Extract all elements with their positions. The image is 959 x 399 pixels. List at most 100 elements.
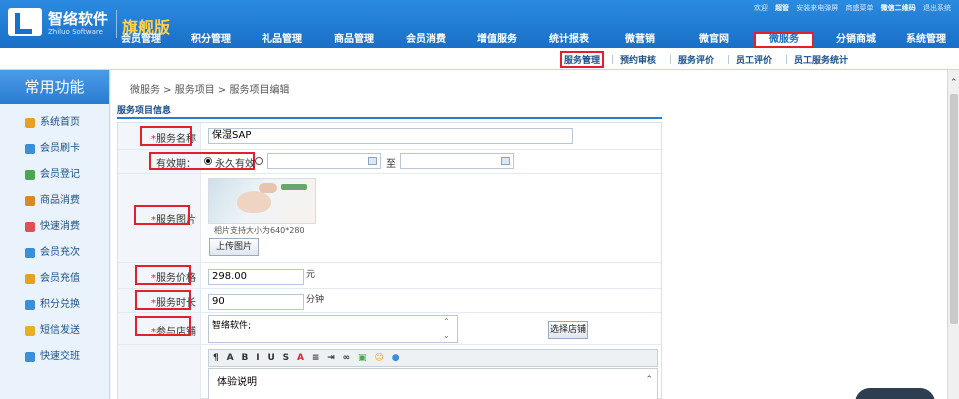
subnav-staff-rating[interactable]: 员工评价 [736,53,772,66]
top-header: 智络软件 Zhiluo Software 旗舰版 欢迎 超管 安装来电弹屏 商盛… [0,0,959,48]
sidebar-item-recharge[interactable]: 会员充值 [0,266,109,292]
label-cell [118,345,201,399]
nav-value-added[interactable]: 增值服务 [474,32,520,48]
highlight-box [135,290,191,310]
upload-image-button[interactable]: 上传图片 [209,238,259,256]
calendar-icon[interactable] [368,157,377,165]
sidebar-item-quick-consume[interactable]: 快速消费 [0,214,109,240]
breadcrumb: 微服务 > 服务项目 > 服务项目编辑 [130,85,290,96]
sidebar-item-shift-handover[interactable]: 快速交班 [0,344,109,370]
scroll-up-icon[interactable]: ⌃ [950,78,958,88]
sidebar-item-points-exchange[interactable]: 积分兑换 [0,292,109,318]
member-card-icon [25,144,35,154]
editor-underline-icon[interactable]: U [267,353,274,363]
subnav-service-management[interactable]: 服务管理 [560,51,605,68]
sidebar-item-label: 商品消费 [40,195,80,206]
sidebar-item-member-card[interactable]: 会员刷卡 [0,136,109,162]
calendar-icon[interactable] [501,157,510,165]
editor-emoji-icon[interactable]: ☺ [374,353,383,363]
nav-points-management[interactable]: 积分管理 [188,32,234,48]
nav-gift-management[interactable]: 礼品管理 [259,32,305,48]
subnav-staff-service-stats[interactable]: 员工服务统计 [794,53,848,66]
textarea-scroll-down-icon[interactable]: ⌄ [443,331,451,340]
sidebar: 常用功能 系统首页 会员刷卡 会员登记 商品消费 快速消费 会员充次 会员充值 … [0,70,110,399]
menu-link[interactable]: 商盛菜单 [846,4,874,12]
nav-micro-service[interactable]: 微服务 [754,32,814,48]
cart-icon [25,196,35,206]
row-service-duration: *服务时长 90 分钟 [118,289,661,313]
row-service-price: *服务价格 298.00 元 [118,263,661,289]
nav-system-management[interactable]: 系统管理 [903,32,949,48]
user-name[interactable]: 超管 [775,4,789,12]
editor-format-icon[interactable]: ¶ [213,353,219,363]
subnav-service-rating[interactable]: 服务评价 [678,53,714,66]
subnav-divider [728,55,729,64]
service-price-input[interactable]: 298.00 [208,269,304,285]
floating-widget[interactable] [855,388,935,399]
editor-font-icon[interactable]: A [227,353,234,363]
subnav-divider [670,55,671,64]
editor-image-icon[interactable]: ▣ [358,353,367,363]
editor-body[interactable]: 体验说明 ⌃ [208,368,658,399]
sub-nav: 服务管理 预约审核 服务评价 员工评价 员工服务统计 [0,48,959,70]
permanent-option-label: 永久有效 [215,159,255,170]
service-name-input[interactable]: 保湿SAP [208,128,573,144]
duration-unit: 分钟 [306,295,325,305]
image-size-hint: 相片支持大小为640*280 [214,226,305,235]
editor-indent-icon[interactable]: ⇥ [327,353,335,363]
highlight-box [135,265,191,285]
highlight-box [140,126,192,146]
sidebar-title: 常用功能 [0,70,109,104]
points-exchange-icon [25,300,35,310]
logout-link[interactable]: 退出系统 [923,4,951,12]
select-store-button[interactable]: 选择店铺 [548,321,588,339]
editor-content-text: 体验说明 [217,377,257,388]
install-popup-link[interactable]: 安装来电弹屏 [796,4,838,12]
recharge-icon [25,274,35,284]
page-scrollbar[interactable]: ⌃ [947,70,959,399]
scrollbar-thumb[interactable] [950,94,958,324]
subnav-booking-review[interactable]: 预约审核 [620,53,656,66]
editor-bold-icon[interactable]: B [241,353,248,363]
editor-strikethrough-icon[interactable]: S [283,353,289,363]
participating-store-textarea[interactable]: 智络软件; [208,315,458,343]
nav-micro-marketing[interactable]: 微营销 [620,32,660,48]
nav-distribution-mall[interactable]: 分销商城 [833,32,879,48]
section-title: 服务项目信息 [117,103,662,119]
sidebar-item-sms[interactable]: 短信发送 [0,318,109,344]
editor-list-icon[interactable]: ≡ [312,353,320,363]
subnav-divider [786,55,787,64]
editor-scroll-up-icon[interactable]: ⌃ [645,375,653,385]
highlight-box [134,205,190,225]
date-range-radio[interactable] [255,157,263,165]
editor-info-icon[interactable]: ● [392,353,400,363]
nav-micro-website[interactable]: 微官网 [694,32,734,48]
sidebar-item-member-register[interactable]: 会员登记 [0,162,109,188]
nav-member-management[interactable]: 会员管理 [118,32,164,48]
nav-member-consumption[interactable]: 会员消费 [403,32,449,48]
textarea-scroll-up-icon[interactable]: ⌃ [443,317,451,326]
editor-link-icon[interactable]: ∞ [343,353,351,363]
nav-product-management[interactable]: 商品管理 [331,32,377,48]
sidebar-item-product-consume[interactable]: 商品消费 [0,188,109,214]
start-date-input[interactable] [267,153,381,169]
welcome-text: 欢迎 [753,4,768,12]
home-icon [25,118,35,128]
sidebar-item-home[interactable]: 系统首页 [0,110,109,136]
shift-handover-icon [25,352,35,362]
sidebar-item-label: 会员充次 [40,247,80,258]
wechat-qrcode-link[interactable]: 微信二维码 [881,4,916,12]
sidebar-item-label: 快速交班 [40,351,80,362]
nav-reports[interactable]: 统计报表 [546,32,592,48]
row-participating-store: *参与店铺 智络软件; ⌃ ⌄ 选择店铺 [118,313,661,345]
editor-color-icon[interactable]: A [297,353,304,363]
end-date-input[interactable] [400,153,514,169]
top-links: 欢迎 超管 安装来电弹屏 商盛菜单 微信二维码 退出系统 [749,3,951,13]
editor-toolbar: ¶ A B I U S A ≡ ⇥ ∞ ▣ ☺ ● [208,349,658,367]
sidebar-item-label: 会员充值 [40,273,80,284]
sidebar-item-recharge-times[interactable]: 会员充次 [0,240,109,266]
sidebar-item-label: 积分兑换 [40,299,80,310]
editor-italic-icon[interactable]: I [256,353,259,363]
service-duration-input[interactable]: 90 [208,294,304,310]
permanent-radio[interactable] [204,157,212,165]
